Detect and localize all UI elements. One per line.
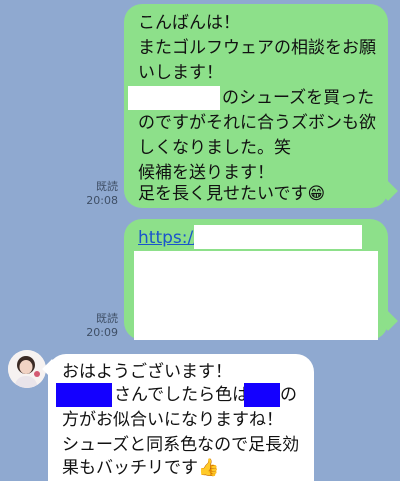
- message-line: いします！: [138, 63, 223, 83]
- redacted-link: [194, 225, 362, 249]
- redacted-text: [128, 86, 220, 110]
- message-line: またゴルフウェアの相談をお願: [138, 38, 376, 58]
- read-label: 既読: [96, 180, 118, 193]
- message-line: のシューズを買った: [222, 88, 375, 108]
- timestamp: 20:08: [86, 194, 118, 207]
- redacted-name: [56, 383, 112, 407]
- message-line: 足を長く見せたいです😁: [138, 184, 326, 204]
- message-line: しくなりました。笑: [138, 138, 291, 158]
- message-line: おはようございます！: [62, 362, 232, 382]
- message-line: シューズと同系色なので足長効: [62, 435, 300, 455]
- timestamp: 20:09: [86, 326, 118, 339]
- person-avatar-icon: [8, 350, 46, 388]
- message-bubble-link[interactable]: https://: [124, 219, 388, 340]
- read-receipt: 既読 20:09: [80, 312, 118, 340]
- redacted-preview: [134, 251, 378, 340]
- message-bubble-outgoing[interactable]: こんばんは！ またゴルフウェアの相談をお願 いします！ のシューズを買った ので…: [124, 4, 388, 208]
- message-bubble-incoming[interactable]: おはようございます！ さんでしたら色は の 方がお似合いになりますね！ シューズ…: [48, 354, 314, 481]
- message-link[interactable]: https://: [138, 226, 199, 251]
- message-line: 果もバッチリです👍: [62, 458, 220, 478]
- redacted-color: [244, 383, 280, 407]
- read-receipt: 既読 20:08: [80, 180, 118, 208]
- contact-avatar[interactable]: [8, 350, 46, 388]
- read-label: 既読: [96, 312, 118, 325]
- message-line: のですがそれに合うズボンも欲: [138, 113, 376, 133]
- message-line: 方がお似合いになりますね！: [62, 410, 283, 430]
- message-line: こんばんは！: [138, 13, 240, 33]
- message-line: さんでしたら色は: [114, 385, 250, 405]
- message-line: の: [280, 385, 297, 405]
